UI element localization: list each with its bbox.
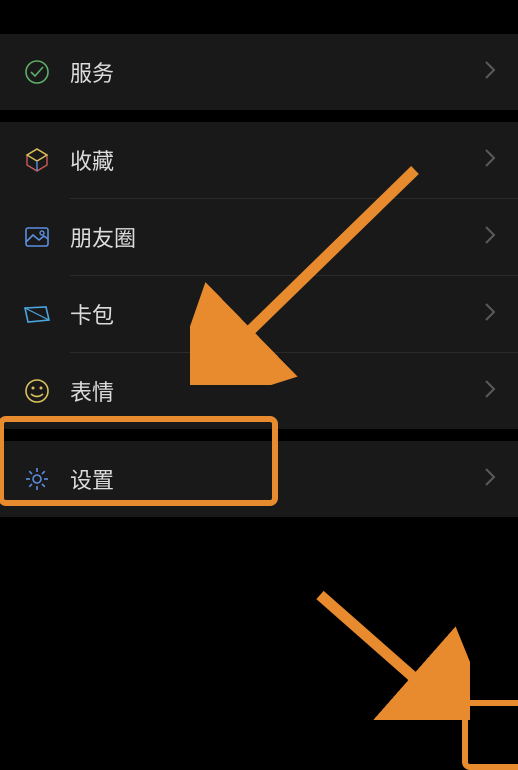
menu-item-settings[interactable]: 设置 (0, 441, 518, 517)
menu-label: 服务 (70, 56, 484, 88)
chevron-right-icon (484, 302, 496, 327)
chevron-right-icon (484, 148, 496, 173)
menu-item-stickers[interactable]: 表情 (0, 353, 518, 429)
settings-icon (22, 464, 52, 494)
moments-icon (22, 222, 52, 252)
chevron-right-icon (484, 225, 496, 250)
menu-group-2: 收藏 朋友圈 卡包 (0, 122, 518, 429)
favorites-icon (22, 145, 52, 175)
chevron-right-icon (484, 467, 496, 492)
menu-group-3: 设置 (0, 441, 518, 517)
annotation-highlight-bottom (462, 700, 518, 770)
menu-item-favorites[interactable]: 收藏 (0, 122, 518, 198)
chevron-right-icon (484, 379, 496, 404)
annotation-arrow-2 (300, 580, 470, 720)
chevron-right-icon (484, 60, 496, 85)
menu-label: 表情 (70, 375, 484, 407)
menu-item-cards[interactable]: 卡包 (0, 276, 518, 352)
menu-label: 朋友圈 (70, 221, 484, 253)
menu-label: 设置 (70, 463, 484, 495)
service-icon (22, 57, 52, 87)
stickers-icon (22, 376, 52, 406)
menu-label: 收藏 (70, 144, 484, 176)
menu-item-moments[interactable]: 朋友圈 (0, 199, 518, 275)
menu-item-service[interactable]: 服务 (0, 34, 518, 110)
menu-label: 卡包 (70, 298, 484, 330)
cards-icon (22, 299, 52, 329)
menu-group-1: 服务 (0, 34, 518, 110)
